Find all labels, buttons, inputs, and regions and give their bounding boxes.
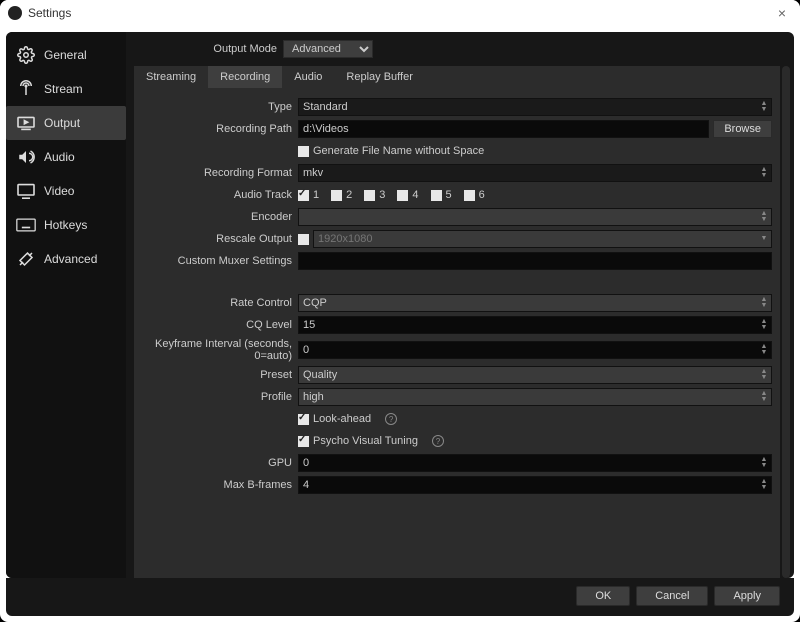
muxer-input[interactable] <box>298 252 772 270</box>
sidebar-item-hotkeys[interactable]: Hotkeys <box>6 208 126 242</box>
gear-icon <box>16 46 36 64</box>
preset-label: Preset <box>138 369 298 381</box>
nospace-label: Generate File Name without Space <box>313 145 484 157</box>
window-title: Settings <box>28 6 772 20</box>
rate-select[interactable] <box>298 294 772 312</box>
sidebar-item-label: Output <box>44 116 80 130</box>
main-panel: Output Mode Advanced Streaming Recording… <box>126 32 794 578</box>
scrollbar[interactable] <box>782 66 790 578</box>
output-mode-select[interactable]: Advanced <box>283 40 373 58</box>
rate-label: Rate Control <box>138 297 298 309</box>
sidebar-item-advanced[interactable]: Advanced <box>6 242 126 276</box>
format-select[interactable] <box>298 164 772 182</box>
bframes-input[interactable] <box>298 476 772 494</box>
sidebar-item-label: Stream <box>44 82 83 96</box>
tab-streaming[interactable]: Streaming <box>134 66 208 88</box>
track3-checkbox[interactable] <box>364 190 375 201</box>
track1-checkbox[interactable] <box>298 190 309 201</box>
sidebar-item-general[interactable]: General <box>6 38 126 72</box>
encoder-group: Rate Control ▲▼ CQ Level ▲▼ Keyframe Int… <box>138 290 772 502</box>
speaker-icon <box>16 148 36 166</box>
tab-recording[interactable]: Recording <box>208 66 282 88</box>
titlebar: Settings × <box>0 0 800 26</box>
gpu-input[interactable] <box>298 454 772 472</box>
sidebar: General Stream Output Audio Video Hotkey… <box>6 32 126 578</box>
encoder-select[interactable] <box>298 208 772 226</box>
track4-checkbox[interactable] <box>397 190 408 201</box>
cq-label: CQ Level <box>138 319 298 331</box>
browse-button[interactable]: Browse <box>713 120 772 138</box>
settings-window: Settings × General Stream Output Audio <box>0 0 800 622</box>
type-label: Type <box>138 101 298 113</box>
help-icon[interactable]: ? <box>432 435 444 447</box>
bframes-label: Max B-frames <box>138 479 298 491</box>
keyframe-label: Keyframe Interval (seconds, 0=auto) <box>138 338 298 362</box>
psycho-label: Psycho Visual Tuning <box>313 435 418 447</box>
profile-select[interactable] <box>298 388 772 406</box>
lookahead-checkbox[interactable] <box>298 414 309 425</box>
recording-path-label: Recording Path <box>138 123 298 135</box>
preset-select[interactable] <box>298 366 772 384</box>
footer: OK Cancel Apply <box>6 578 794 616</box>
muxer-label: Custom Muxer Settings <box>138 255 298 267</box>
track2-checkbox[interactable] <box>331 190 342 201</box>
tab-audio[interactable]: Audio <box>282 66 334 88</box>
recording-path-input[interactable] <box>298 120 709 138</box>
track5-checkbox[interactable] <box>431 190 442 201</box>
cq-input[interactable] <box>298 316 772 334</box>
rescale-checkbox[interactable] <box>298 234 309 245</box>
output-mode-label: Output Mode <box>142 43 277 55</box>
keyboard-icon <box>16 216 36 234</box>
profile-label: Profile <box>138 391 298 403</box>
cancel-button[interactable]: Cancel <box>636 586 708 606</box>
nospace-checkbox[interactable] <box>298 146 309 157</box>
output-icon <box>16 114 36 132</box>
lookahead-label: Look-ahead <box>313 413 371 425</box>
help-icon[interactable]: ? <box>385 413 397 425</box>
output-mode-row: Output Mode Advanced <box>142 40 780 58</box>
keyframe-input[interactable] <box>298 341 772 359</box>
sidebar-item-label: Audio <box>44 150 75 164</box>
gpu-label: GPU <box>138 457 298 469</box>
format-label: Recording Format <box>138 167 298 179</box>
sidebar-item-stream[interactable]: Stream <box>6 72 126 106</box>
tab-replay-buffer[interactable]: Replay Buffer <box>334 66 424 88</box>
app-logo-icon <box>8 6 22 20</box>
monitor-icon <box>16 182 36 200</box>
close-icon[interactable]: × <box>772 5 792 21</box>
antenna-icon <box>16 80 36 98</box>
inner-frame: General Stream Output Audio Video Hotkey… <box>6 32 794 578</box>
sidebar-item-label: Video <box>44 184 74 198</box>
sidebar-item-label: Hotkeys <box>44 218 87 232</box>
sidebar-item-output[interactable]: Output <box>6 106 126 140</box>
rescale-label: Rescale Output <box>138 233 298 245</box>
apply-button[interactable]: Apply <box>714 586 780 606</box>
sidebar-item-label: Advanced <box>44 252 97 266</box>
ok-button[interactable]: OK <box>576 586 630 606</box>
content-scroll[interactable]: Type ▲▼ Recording Path Browse <box>134 88 780 578</box>
sidebar-item-label: General <box>44 48 87 62</box>
encoder-label: Encoder <box>138 211 298 223</box>
rescale-input[interactable] <box>313 230 772 248</box>
tools-icon <box>16 250 36 268</box>
sidebar-item-video[interactable]: Video <box>6 174 126 208</box>
recording-group: Type ▲▼ Recording Path Browse <box>138 94 772 278</box>
psycho-checkbox[interactable] <box>298 436 309 447</box>
audiotrack-label: Audio Track <box>138 189 298 201</box>
type-select[interactable] <box>298 98 772 116</box>
tabbar: Streaming Recording Audio Replay Buffer <box>134 66 780 88</box>
sidebar-item-audio[interactable]: Audio <box>6 140 126 174</box>
track6-checkbox[interactable] <box>464 190 475 201</box>
